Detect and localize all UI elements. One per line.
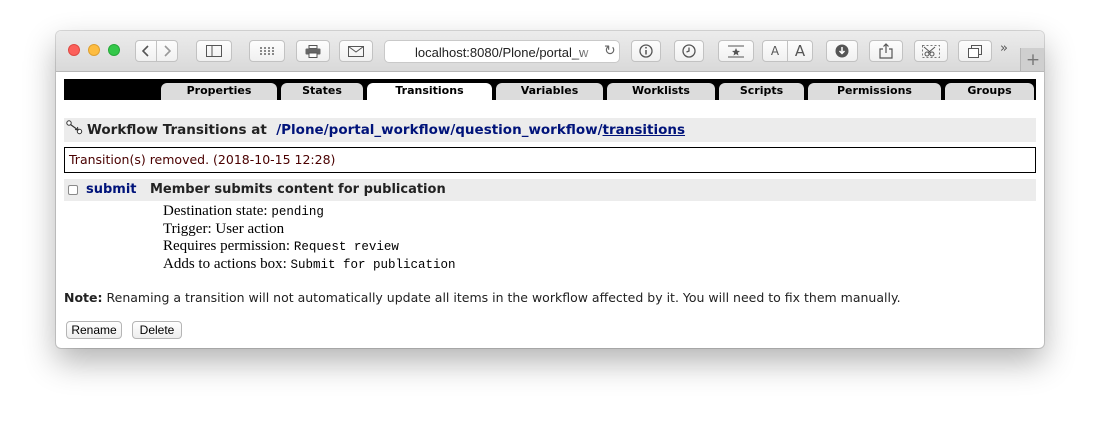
transition-icon [66,120,83,135]
close-window-button[interactable] [68,44,80,56]
page-content: Properties States Transitions Variables … [56,72,1044,348]
zoom-window-button[interactable] [108,44,120,56]
detail-destination-state: Destination state: pending [163,203,324,220]
tab-properties[interactable]: Properties [161,83,277,100]
info-button[interactable] [631,40,661,62]
sidebar-icon [206,45,222,57]
print-button[interactable] [296,40,330,62]
breadcrumb: /Plone/portal_workflow/question_workflow… [276,122,685,138]
breadcrumb-portal-workflow[interactable]: /portal_workflow [324,122,451,138]
transition-checkbox[interactable] [68,185,78,195]
new-tab-button[interactable]: + [1020,48,1044,71]
download-icon [835,44,849,58]
tab-worklists[interactable]: Worklists [607,83,715,100]
history-button[interactable] [674,40,704,62]
transition-row: submit Member submits content for public… [64,179,1036,201]
breadcrumb-transitions[interactable]: transitions [603,122,686,138]
reload-icon[interactable]: ↻ [604,44,616,58]
mail-button[interactable] [339,40,373,62]
transition-id-link[interactable]: submit [86,182,137,197]
note-label: Note: [64,290,103,305]
share-button[interactable] [869,40,903,62]
detail-value: Request review [293,240,399,254]
detail-label: Adds to actions box: [163,256,287,272]
detail-trigger: Trigger: User action [163,221,284,238]
tabs-overview-button[interactable] [958,40,992,62]
font-larger-button[interactable]: A [787,40,813,62]
management-tabs: Properties States Transitions Variables … [64,79,1036,100]
note-text: Note: Renaming a transition will not aut… [64,290,901,305]
reading-list-button[interactable] [718,40,754,62]
more-toolbar-items-icon[interactable]: » [1000,41,1008,56]
detail-value: Submit for publication [290,258,456,272]
detail-requires-permission: Requires permission: Request review [163,238,399,255]
scissors-icon [922,44,940,58]
minimize-window-button[interactable] [88,44,100,56]
clip-button[interactable] [914,40,948,62]
detail-label: Trigger: User action [163,221,285,237]
tab-groups[interactable]: Groups [945,83,1034,100]
tabs-icon [968,44,982,58]
envelope-icon [348,45,364,57]
note-body: Renaming a transition will not automatic… [106,290,901,305]
page-title-prefix: Workflow Transitions at [87,122,267,138]
breadcrumb-plone[interactable]: /Plone [276,122,324,138]
chevron-right-icon [164,45,171,57]
clock-icon [682,44,696,58]
transition-description: Member submits content for publication [150,182,446,197]
delete-button[interactable]: Delete [132,321,182,339]
tab-scripts[interactable]: Scripts [719,83,804,100]
star-icon [728,45,744,57]
sidebar-button[interactable] [196,40,232,62]
back-button[interactable] [135,40,157,62]
font-smaller-button[interactable]: A [762,40,788,62]
tab-states[interactable]: States [281,83,363,100]
printer-icon [305,44,321,58]
detail-value: pending [271,205,324,219]
detail-label: Requires permission: [163,238,291,254]
chevron-left-icon [142,45,149,57]
downloads-button[interactable] [826,40,858,62]
page-title: Workflow Transitions at /Plone/portal_wo… [87,122,685,138]
breadcrumb-question-workflow[interactable]: /question_workflow [450,122,597,138]
grid-icon [260,47,274,55]
detail-label: Destination state: [163,203,268,219]
detail-actions-box: Adds to actions box: Submit for publicat… [163,256,456,273]
browser-toolbar: localhost:8080/Plone/portal_w ↻ A A » + [56,31,1044,72]
top-sites-button[interactable] [249,40,285,62]
tab-variables[interactable]: Variables [496,83,603,100]
tab-permissions[interactable]: Permissions [808,83,941,100]
tab-transitions[interactable]: Transitions [367,83,492,100]
share-icon [879,43,893,59]
address-bar[interactable]: localhost:8080/Plone/portal_w ↻ [384,40,620,63]
info-icon [639,44,653,58]
rename-button[interactable]: Rename [66,321,122,339]
forward-button[interactable] [156,40,178,62]
page-title-bar: Workflow Transitions at /Plone/portal_wo… [64,118,1036,142]
status-message: Transition(s) removed. (2018-10-15 12:28… [64,147,1036,173]
browser-window: localhost:8080/Plone/portal_w ↻ A A » + [56,31,1044,348]
